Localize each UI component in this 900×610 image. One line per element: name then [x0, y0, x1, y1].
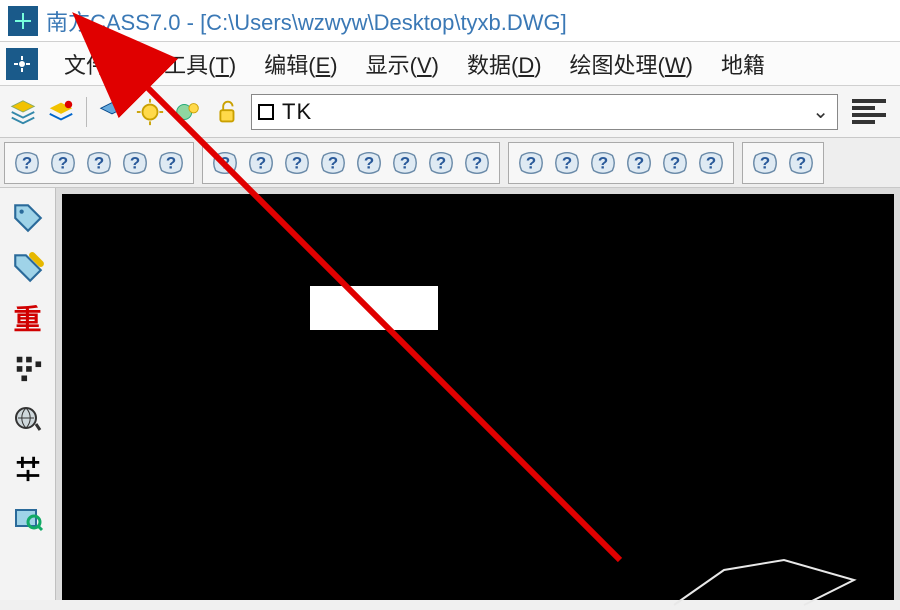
svg-text:?: ? — [220, 153, 230, 172]
svg-text:?: ? — [706, 153, 716, 172]
help-button[interactable]: ? — [693, 146, 729, 180]
separator — [86, 97, 87, 127]
help-button[interactable]: ? — [351, 146, 387, 180]
menu-file[interactable]: 文件(F) — [58, 44, 142, 84]
svg-text:?: ? — [670, 153, 680, 172]
layer-combo[interactable]: TK ⌄ — [251, 94, 838, 130]
help-group-3: ? ? ? ? ? ? — [508, 142, 734, 184]
doc-path: [C:\Users\wzwyw\Desktop\tyxb.DWG] — [200, 10, 567, 35]
chevron-down-icon: ⌄ — [812, 99, 829, 124]
svg-text:?: ? — [364, 153, 374, 172]
svg-text:?: ? — [598, 153, 608, 172]
app-icon — [8, 6, 38, 36]
svg-text:?: ? — [256, 153, 266, 172]
help-button[interactable]: ? — [45, 146, 81, 180]
menu-data[interactable]: 数据(D) — [461, 44, 548, 84]
svg-text:?: ? — [472, 153, 482, 172]
svg-text:?: ? — [22, 153, 32, 172]
help-button[interactable]: ? — [423, 146, 459, 180]
menu-app-icon[interactable] — [6, 48, 38, 80]
help-button[interactable]: ? — [117, 146, 153, 180]
help-group-4: ? ? — [742, 142, 824, 184]
side-toolbar: 重 — [0, 188, 56, 600]
properties-icon[interactable] — [852, 94, 894, 130]
globe-tool-icon[interactable] — [6, 396, 50, 440]
layer-lock-icon[interactable] — [209, 95, 243, 129]
menu-view[interactable]: 显示(V) — [360, 44, 445, 84]
toolbar-layer: TK ⌄ — [0, 86, 900, 138]
help-button[interactable]: ? — [9, 146, 45, 180]
layers-icon[interactable] — [6, 95, 40, 129]
svg-text:?: ? — [292, 153, 302, 172]
main-area: 重 — [0, 188, 900, 600]
help-group-2: ? ? ? ? ? ? ? ? — [202, 142, 500, 184]
help-button[interactable]: ? — [549, 146, 585, 180]
layer-freeze-icon[interactable] — [171, 95, 205, 129]
help-button[interactable]: ? — [513, 146, 549, 180]
edit-tool-icon[interactable] — [6, 246, 50, 290]
svg-text:?: ? — [562, 153, 572, 172]
menu-bar: 文件(F) 工具(T) 编辑(E) 显示(V) 数据(D) 绘图处理(W) 地籍 — [0, 42, 900, 86]
layer-filter-icon[interactable] — [95, 95, 129, 129]
help-button[interactable]: ? — [243, 146, 279, 180]
svg-text:?: ? — [166, 153, 176, 172]
help-group-1: ? ? ? ? ? — [4, 142, 194, 184]
svg-text:?: ? — [760, 153, 770, 172]
help-button[interactable]: ? — [747, 146, 783, 180]
help-button[interactable]: ? — [387, 146, 423, 180]
canvas-wrap — [56, 188, 900, 600]
canvas-selection-rect — [310, 286, 438, 330]
tag-tool-icon[interactable] — [6, 196, 50, 240]
menu-draw[interactable]: 绘图处理(W) — [564, 44, 699, 84]
svg-text:?: ? — [94, 153, 104, 172]
help-button[interactable]: ? — [585, 146, 621, 180]
svg-text:?: ? — [634, 153, 644, 172]
toolbar-help: ? ? ? ? ? ? ? ? ? ? ? ? ? ? ? ? ? ? ? ? … — [0, 138, 900, 188]
drawing-canvas[interactable] — [62, 194, 894, 600]
find-tool-icon[interactable] — [6, 496, 50, 540]
svg-text:?: ? — [58, 153, 68, 172]
help-button[interactable]: ? — [783, 146, 819, 180]
svg-text:?: ? — [328, 153, 338, 172]
help-button[interactable]: ? — [657, 146, 693, 180]
title-bar: 南方CASS7.0 - [C:\Users\wzwyw\Desktop\tyxb… — [0, 0, 900, 42]
layer-color-swatch — [258, 104, 274, 120]
redo-tool-icon[interactable]: 重 — [6, 296, 50, 340]
layer-states-icon[interactable] — [44, 95, 78, 129]
svg-text:?: ? — [130, 153, 140, 172]
help-button[interactable]: ? — [153, 146, 189, 180]
svg-text:?: ? — [400, 153, 410, 172]
help-button[interactable]: ? — [279, 146, 315, 180]
layer-name: TK — [282, 99, 312, 125]
menu-terrain[interactable]: 地籍 — [715, 44, 771, 84]
help-button[interactable]: ? — [315, 146, 351, 180]
window-title: 南方CASS7.0 - [C:\Users\wzwyw\Desktop\tyxb… — [46, 5, 567, 37]
layer-sun-icon[interactable] — [133, 95, 167, 129]
menu-tools[interactable]: 工具(T) — [158, 44, 242, 84]
svg-text:?: ? — [796, 153, 806, 172]
menu-edit[interactable]: 编辑(E) — [258, 44, 343, 84]
help-button[interactable]: ? — [459, 146, 495, 180]
canvas-polyline — [664, 550, 864, 610]
help-button[interactable]: ? — [207, 146, 243, 180]
title-separator: - — [181, 10, 201, 35]
segment-tool-icon[interactable] — [6, 446, 50, 490]
app-name: 南方CASS7.0 — [46, 10, 181, 35]
grid-tool-icon[interactable] — [6, 346, 50, 390]
help-button[interactable]: ? — [81, 146, 117, 180]
svg-text:?: ? — [526, 153, 536, 172]
svg-text:?: ? — [436, 153, 446, 172]
help-button[interactable]: ? — [621, 146, 657, 180]
